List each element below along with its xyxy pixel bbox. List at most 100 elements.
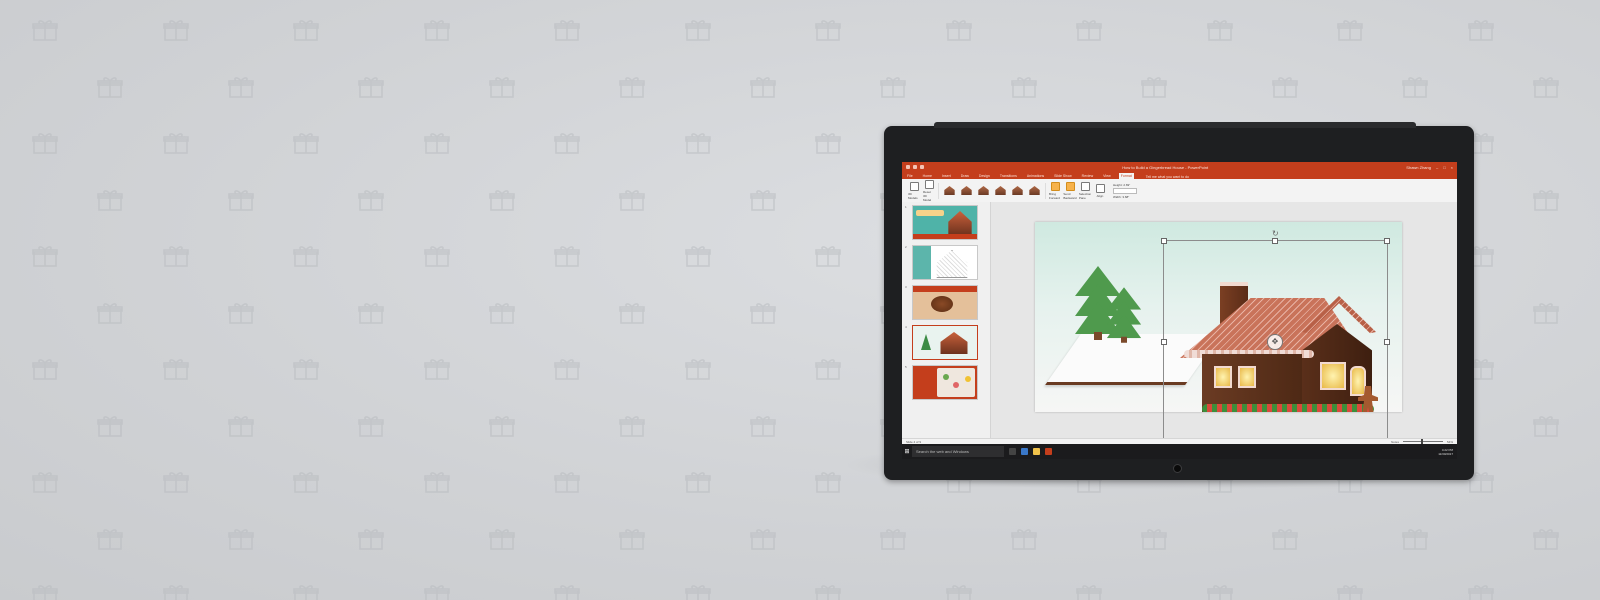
notes-button[interactable]: Notes xyxy=(1391,440,1399,444)
gift-icon xyxy=(488,527,515,551)
gift-icon xyxy=(554,131,580,155)
gift-icon xyxy=(32,583,58,600)
gift-icon xyxy=(880,75,906,99)
gift-icon xyxy=(293,583,319,600)
windows-start-icon[interactable]: ⊞ xyxy=(902,448,912,455)
gift-icon xyxy=(815,131,841,155)
gift-icon xyxy=(554,357,580,381)
redo-icon[interactable] xyxy=(920,165,924,169)
save-icon[interactable] xyxy=(906,165,910,169)
tab-design[interactable]: Design xyxy=(977,173,992,179)
gift-icon xyxy=(162,131,189,155)
cube-icon xyxy=(909,181,919,191)
gift-icon xyxy=(293,357,319,381)
zoom-level[interactable]: 54% xyxy=(1447,440,1453,444)
tab-file[interactable]: File xyxy=(905,173,915,179)
gift-icon xyxy=(815,583,841,600)
3d-model-views-gallery xyxy=(938,182,1046,199)
tab-view[interactable]: View xyxy=(1101,173,1113,179)
slide-thumbnail-1[interactable] xyxy=(912,205,978,240)
tab-home[interactable]: Home xyxy=(921,173,934,179)
gift-icon xyxy=(162,470,189,494)
tab-format[interactable]: Format xyxy=(1118,173,1134,179)
selection-pane-button[interactable]: Selection Pane xyxy=(1079,181,1091,200)
gift-icon xyxy=(423,357,450,381)
view-option[interactable] xyxy=(1012,186,1023,195)
thumb-number: 4 xyxy=(905,325,907,329)
zoom-slider[interactable] xyxy=(1402,439,1443,444)
undo-icon[interactable] xyxy=(913,165,917,169)
gift-icon xyxy=(32,18,58,42)
tell-me-search[interactable]: Tell me what you want to do xyxy=(1146,175,1189,179)
thumb-number: 5 xyxy=(905,365,907,369)
gift-icon xyxy=(619,75,645,99)
reset-3d-model-button[interactable]: Reset 3D Model xyxy=(923,179,935,202)
door xyxy=(1350,366,1366,396)
tab-review[interactable]: Review xyxy=(1080,173,1095,179)
tab-slide-show[interactable]: Slide Show xyxy=(1052,173,1074,179)
gift-icon xyxy=(227,301,254,325)
powerpoint-icon[interactable] xyxy=(1045,448,1052,455)
file-explorer-icon[interactable] xyxy=(1033,448,1040,455)
gift-icon xyxy=(227,75,254,99)
window-controls: Shawn Zhang – □ × xyxy=(1406,165,1453,170)
maximize-icon[interactable]: □ xyxy=(1443,165,1445,170)
view-option[interactable] xyxy=(961,186,972,195)
gift-icon xyxy=(97,527,123,551)
tablet-device: How to Build a Gingerbread House - Power… xyxy=(884,122,1474,480)
clock-date[interactable]: 11/30/2017 xyxy=(1438,452,1453,456)
slide-canvas[interactable] xyxy=(1035,222,1402,412)
bring-forward-button[interactable]: Bring Forward xyxy=(1049,181,1061,200)
gift-icon xyxy=(358,527,384,551)
gingerbread-house-3d-model[interactable] xyxy=(1180,274,1390,412)
taskbar-search[interactable]: Search the web and Windows xyxy=(912,446,1004,457)
gift-icon xyxy=(1010,527,1037,551)
view-option[interactable] xyxy=(995,186,1006,195)
height-field[interactable] xyxy=(1113,187,1137,194)
minimize-icon[interactable]: – xyxy=(1436,165,1438,170)
gift-icon xyxy=(1076,583,1102,600)
gift-icon xyxy=(815,357,841,381)
slide-thumbnail-3[interactable] xyxy=(912,285,978,320)
user-name[interactable]: Shawn Zhang xyxy=(1406,165,1431,170)
view-option[interactable] xyxy=(1029,186,1040,195)
tab-animations[interactable]: Animations xyxy=(1025,173,1046,179)
gift-icon xyxy=(619,527,645,551)
send-backward-button[interactable]: Send Backward xyxy=(1063,181,1077,200)
gift-icon xyxy=(293,470,319,494)
ribbon: 3D Models Reset 3D Model Bring Forward S… xyxy=(902,179,1457,203)
gift-icon xyxy=(423,583,450,600)
gift-icon xyxy=(815,244,841,268)
close-icon[interactable]: × xyxy=(1451,165,1453,170)
gift-icon xyxy=(619,188,645,212)
gift-icon xyxy=(945,18,972,42)
gift-icon xyxy=(32,131,58,155)
tree-illustration xyxy=(1106,287,1142,343)
gift-icon xyxy=(1402,75,1428,99)
reset-icon xyxy=(924,179,934,189)
view-option[interactable] xyxy=(978,186,989,195)
quick-access-toolbar[interactable] xyxy=(906,165,924,169)
gift-icon xyxy=(1532,527,1559,551)
gift-icon xyxy=(554,583,580,600)
gift-icon xyxy=(32,244,58,268)
title-bar: How to Build a Gingerbread House - Power… xyxy=(902,162,1457,172)
3d-models-button[interactable]: 3D Models xyxy=(908,181,920,200)
tab-draw[interactable]: Draw xyxy=(959,173,971,179)
tab-insert[interactable]: Insert xyxy=(940,173,953,179)
slide-thumbnail-4[interactable] xyxy=(912,325,978,360)
gift-icon xyxy=(684,357,711,381)
gift-icon xyxy=(749,75,776,99)
view-option[interactable] xyxy=(944,186,955,195)
slide-thumbnail-5[interactable] xyxy=(912,365,978,400)
window xyxy=(1238,366,1256,388)
gift-icon xyxy=(684,583,711,600)
tab-transitions[interactable]: Transitions xyxy=(998,173,1019,179)
slide-thumbnail-2[interactable] xyxy=(912,245,978,280)
gift-icon xyxy=(162,18,189,42)
edge-icon[interactable] xyxy=(1021,448,1028,455)
align-button[interactable]: Align xyxy=(1094,183,1106,198)
thumb-number: 3 xyxy=(905,285,907,289)
task-view-icon[interactable] xyxy=(1009,448,1016,455)
gift-icon xyxy=(162,583,189,600)
